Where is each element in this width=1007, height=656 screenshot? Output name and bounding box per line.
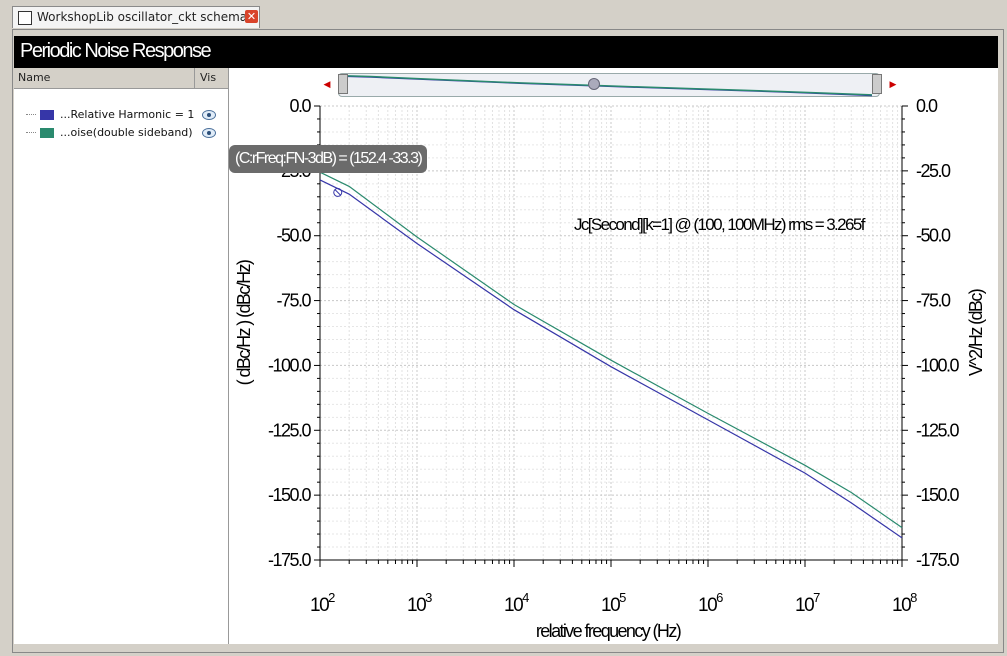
x-tick-label: 104 xyxy=(504,590,529,616)
legend-item[interactable]: ...oise(double sideband) xyxy=(24,124,224,142)
overview-thumb[interactable] xyxy=(588,78,600,90)
legend-item[interactable]: ...Relative Harmonic = 1 xyxy=(24,106,224,124)
y-tick-label-right: -150.0 xyxy=(916,485,960,505)
column-header-vis[interactable]: Vis xyxy=(200,71,216,84)
legend-header: Name Vis xyxy=(14,68,228,89)
eye-icon[interactable] xyxy=(202,110,216,120)
tree-connector xyxy=(26,132,36,133)
y-tick-label-right: -25.0 xyxy=(916,161,951,181)
column-separator[interactable] xyxy=(194,68,195,88)
y-tick-label-left: -50.0 xyxy=(276,226,311,246)
x-tick-label: 102 xyxy=(310,590,335,616)
overview-left-handle[interactable] xyxy=(338,74,348,94)
schematic-tab[interactable]: WorkshopLib oscillator_ckt schema... ✕ xyxy=(12,6,260,28)
y-tick-label-right: -175.0 xyxy=(916,550,960,570)
y-tick-label-left: -100.0 xyxy=(268,355,312,375)
y-tick-label-right: -100.0 xyxy=(916,355,960,375)
legend-swatch xyxy=(40,128,54,138)
y-tick-label-left: -75.0 xyxy=(276,291,311,311)
y-tick-label-left: -175.0 xyxy=(268,550,312,570)
y-axis-label-left: ( dBc/Hz ) (dBc/Hz) xyxy=(234,260,254,385)
y-axis-label-right: V^2/Hz (dBc) xyxy=(966,289,986,376)
y-tick-label-right: -75.0 xyxy=(916,291,951,311)
y-tick-label-right: 0.0 xyxy=(916,96,938,116)
tab-title: WorkshopLib oscillator_ckt schema... xyxy=(37,10,259,24)
legend-label: ...oise(double sideband) xyxy=(60,126,193,139)
overview-right-handle[interactable] xyxy=(872,74,882,94)
x-tick-label: 107 xyxy=(795,590,820,616)
overview-scrollbar[interactable]: ◀ ▶ xyxy=(320,70,900,100)
marker-cross xyxy=(334,189,342,196)
x-tick-label: 103 xyxy=(407,590,432,616)
legend-panel: Name Vis ...Relative Harmonic = 1 ...ois… xyxy=(14,68,229,644)
x-axis-label: relative frequency (Hz) xyxy=(536,621,681,641)
marker-label[interactable]: (C:rFreq:FN-3dB) = (152.4 -33.3) xyxy=(229,145,428,173)
close-icon[interactable]: ✕ xyxy=(245,10,258,23)
plot-title-bar: Periodic Noise Response xyxy=(14,36,998,68)
schematic-icon xyxy=(18,11,32,25)
y-tick-label-right: -50.0 xyxy=(916,226,951,246)
y-tick-label-left: 0.0 xyxy=(289,96,311,116)
plot-title: Periodic Noise Response xyxy=(20,40,212,62)
y-tick-label-right: -125.0 xyxy=(916,420,960,440)
legend-swatch xyxy=(40,110,54,120)
column-header-name[interactable]: Name xyxy=(18,71,50,84)
overview-series-line xyxy=(343,75,873,96)
legend-label: ...Relative Harmonic = 1 xyxy=(60,108,195,121)
tab-bar: WorkshopLib oscillator_ckt schema... ✕ xyxy=(0,0,1007,30)
x-tick-label: 108 xyxy=(892,590,917,616)
x-tick-label: 106 xyxy=(698,590,723,616)
x-tick-label: 105 xyxy=(601,590,626,616)
y-tick-label-left: -125.0 xyxy=(268,420,312,440)
right-arrow-icon[interactable]: ▶ xyxy=(886,76,900,94)
rms-annotation[interactable]: Jc[Second][k=1] @ (100, 100MHz) rms = 3.… xyxy=(574,215,865,235)
overview-traces xyxy=(343,75,873,97)
eye-icon[interactable] xyxy=(202,128,216,138)
y-tick-label-left: -150.0 xyxy=(268,485,312,505)
tree-connector xyxy=(26,114,36,115)
